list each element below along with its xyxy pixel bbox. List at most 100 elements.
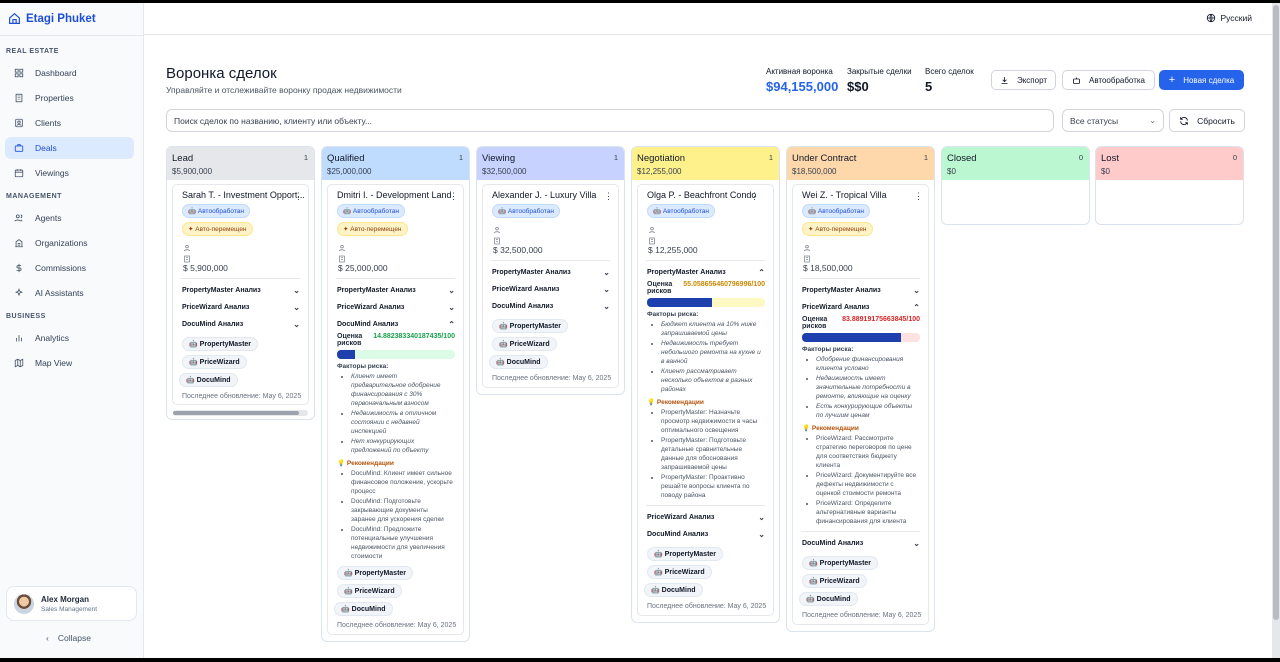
accordion-propertymaster[interactable]: PropertyMaster Анализ ⌃ bbox=[643, 264, 768, 281]
pill-label: PriceWizard bbox=[664, 569, 705, 576]
sidebar-item-commissions[interactable]: Commissions bbox=[5, 257, 134, 279]
accordion-pricewizard[interactable]: PriceWizard Анализ ⌄ bbox=[333, 299, 458, 316]
page-subtitle: Управляйте и отслеживайте воронку продаж… bbox=[166, 85, 402, 95]
risk-factors-list: Одобрение финансирования клиента условно… bbox=[816, 355, 919, 420]
risk-factor: Недвижимость в отличном состоянии с неда… bbox=[351, 409, 454, 436]
recommendations-label: Рекомендации bbox=[656, 399, 704, 406]
user-role: Sales Management bbox=[41, 605, 98, 613]
recommendation: DocuMind: Предложите потенциальные улучш… bbox=[351, 525, 454, 561]
accordion-pricewizard[interactable]: PriceWizard Анализ ⌄ bbox=[178, 299, 303, 316]
user-name: Alex Morgan bbox=[41, 594, 90, 604]
sidebar-item-organizations[interactable]: Organizations bbox=[5, 232, 134, 254]
chevron-down-icon: ⌄ bbox=[603, 302, 610, 311]
section-real-estate: REAL ESTATE bbox=[6, 48, 59, 55]
pill-label: DocuMind bbox=[196, 377, 231, 384]
building-icon bbox=[338, 250, 458, 263]
accordion-documind[interactable]: DocuMind Анализ ⌄ bbox=[178, 316, 303, 333]
sidebar-item-dashboard[interactable]: Dashboard bbox=[5, 62, 134, 84]
more-options-icon[interactable]: ⋮ bbox=[914, 191, 923, 202]
brand[interactable]: Etagi Phuket bbox=[8, 12, 96, 25]
accordion-propertymaster[interactable]: PropertyMaster Анализ ⌄ bbox=[798, 282, 923, 299]
risk-factors-heading: Факторы риска: bbox=[647, 311, 699, 318]
collapse-label: Collapse bbox=[57, 633, 91, 643]
more-options-icon[interactable]: ⋮ bbox=[604, 191, 613, 202]
accordion-propertymaster[interactable]: PropertyMaster Анализ ⌄ bbox=[178, 282, 303, 299]
column-title: Negotiation bbox=[637, 153, 686, 164]
sidebar-item-label: Deals bbox=[35, 143, 57, 153]
deal-card-dmitri[interactable]: Dmitri I. - Development Land ⋮ 🤖 Автообр… bbox=[327, 184, 464, 635]
sidebar-item-analytics[interactable]: Analytics bbox=[5, 327, 134, 349]
new-deal-label: Новая сделка bbox=[1183, 75, 1235, 85]
chevron-up-icon: ⌃ bbox=[758, 268, 765, 277]
scroll-thumb[interactable] bbox=[1273, 5, 1279, 620]
pill-label: DocuMind bbox=[816, 596, 851, 603]
more-options-icon[interactable]: ⋮ bbox=[750, 191, 759, 202]
column-amount: $0 bbox=[1101, 167, 1110, 176]
sidebar-item-ai-assistants[interactable]: AI Assistants bbox=[5, 282, 134, 304]
chevron-down-icon: ⌄ bbox=[913, 286, 920, 295]
divider bbox=[336, 278, 455, 279]
deal-price: $ 18,500,000 bbox=[803, 263, 853, 273]
deal-price: $ 32,500,000 bbox=[493, 245, 543, 255]
accordion-label: PriceWizard Анализ bbox=[492, 286, 560, 293]
agent-pill: 🤖 DocuMind bbox=[644, 583, 703, 597]
export-button[interactable]: Экспорт bbox=[991, 70, 1056, 90]
accordion-pricewizard[interactable]: PriceWizard Анализ ⌃ bbox=[798, 299, 923, 316]
accordion-documind[interactable]: DocuMind Анализ ⌄ bbox=[488, 298, 613, 315]
scroll-thumb[interactable] bbox=[173, 411, 299, 415]
more-options-icon[interactable]: ⋮ bbox=[294, 191, 303, 202]
bar-chart-icon bbox=[16, 335, 22, 342]
last-updated: Последнее обновление: May 6, 2025 bbox=[492, 375, 612, 382]
search-input[interactable]: Поиск сделок по названию, клиенту или об… bbox=[166, 109, 1054, 132]
language-switcher[interactable]: Русский bbox=[1206, 13, 1252, 23]
deal-price: $ 25,000,000 bbox=[338, 263, 388, 273]
tag-label: Автообработан bbox=[662, 208, 709, 215]
sidebar-item-clients[interactable]: Clients bbox=[5, 112, 134, 134]
accordion-pricewizard[interactable]: PriceWizard Анализ ⌄ bbox=[488, 281, 613, 298]
risk-score-label: Оценка рисков bbox=[802, 316, 828, 330]
accordion-label: PropertyMaster Анализ bbox=[182, 287, 261, 294]
auto-process-button[interactable]: Автообработка bbox=[1062, 70, 1155, 90]
sidebar-item-label: Dashboard bbox=[35, 68, 77, 78]
accordion-documind[interactable]: DocuMind Анализ ⌃ bbox=[333, 316, 458, 333]
sidebar-item-label: Agents bbox=[35, 213, 62, 223]
sidebar-item-map-view[interactable]: Map View bbox=[5, 352, 134, 374]
accordion-propertymaster[interactable]: PropertyMaster Анализ ⌄ bbox=[333, 282, 458, 299]
risk-factor: Недвижимость имеет значительные потребно… bbox=[816, 374, 919, 401]
accordion-pricewizard[interactable]: PriceWizard Анализ ⌄ bbox=[643, 509, 768, 526]
more-options-icon[interactable]: ⋮ bbox=[449, 191, 458, 202]
vertical-scrollbar[interactable] bbox=[1272, 3, 1280, 658]
chevron-down-icon: ⌄ bbox=[293, 303, 300, 312]
column-lost: Lost $0 0 bbox=[1095, 146, 1244, 225]
empty-dropzone[interactable] bbox=[942, 180, 1089, 224]
divider bbox=[181, 278, 300, 279]
sidebar-item-deals[interactable]: Deals bbox=[5, 137, 134, 159]
deal-card-olga[interactable]: Olga P. - Beachfront Condo ⋮ 🤖 Автообраб… bbox=[637, 184, 774, 616]
chevron-down-icon: ⌄ bbox=[448, 286, 455, 295]
accordion-documind[interactable]: DocuMind Анализ ⌄ bbox=[798, 535, 923, 552]
deal-card-wei[interactable]: Wei Z. - Tropical Villa ⋮ 🤖 Автообработа… bbox=[792, 184, 929, 625]
empty-dropzone[interactable] bbox=[1096, 180, 1243, 224]
accordion-label: DocuMind Анализ bbox=[337, 321, 399, 328]
stat-closed-deals: Закрытые сделки $$0 bbox=[847, 67, 912, 94]
sidebar-item-agents[interactable]: Agents bbox=[5, 207, 134, 229]
new-deal-button[interactable]: + Новая сделка bbox=[1159, 70, 1244, 90]
user-card[interactable]: Alex Morgan Sales Management bbox=[6, 586, 137, 621]
pill-label: PropertyMaster bbox=[664, 551, 717, 558]
chevron-up-icon: ⌃ bbox=[913, 303, 920, 312]
risk-score-value: 14.882383340187435/100 bbox=[373, 333, 455, 340]
pill-label: DocuMind bbox=[506, 359, 541, 366]
column-title: Lead bbox=[172, 153, 194, 164]
deal-card-alexander[interactable]: Alexander J. - Luxury Villa ⋮ 🤖 Автообра… bbox=[482, 184, 619, 388]
deal-card-sarah[interactable]: Sarah T. - Investment Opport... ⋮ 🤖 Авто… bbox=[172, 184, 309, 405]
column-count: 0 bbox=[1232, 153, 1237, 162]
collapse-button[interactable]: ‹ Collapse bbox=[46, 633, 91, 643]
sidebar-item-viewings[interactable]: Viewings bbox=[5, 162, 134, 184]
chevron-down-icon: ⌄ bbox=[448, 303, 455, 312]
status-select[interactable]: Все статусы ⌄ bbox=[1062, 109, 1164, 132]
reset-button[interactable]: Сбросить bbox=[1169, 109, 1245, 132]
horizontal-scrollbar[interactable] bbox=[173, 410, 308, 416]
sidebar-item-properties[interactable]: Properties bbox=[5, 87, 134, 109]
accordion-documind[interactable]: DocuMind Анализ ⌄ bbox=[643, 526, 768, 543]
accordion-propertymaster[interactable]: PropertyMaster Анализ ⌄ bbox=[488, 264, 613, 281]
